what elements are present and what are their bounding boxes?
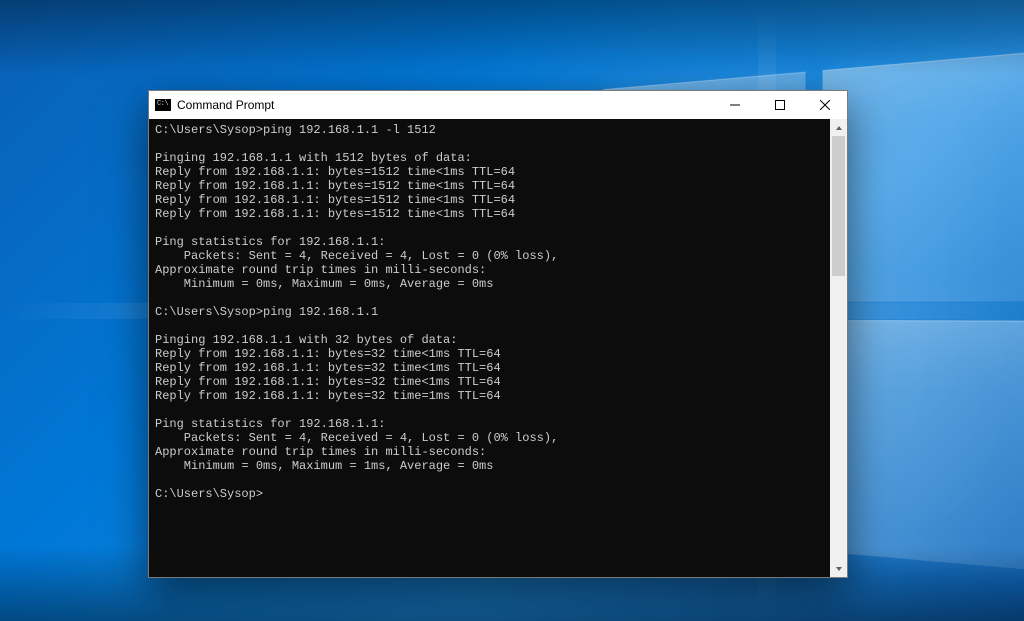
client-area: C:\Users\Sysop>ping 192.168.1.1 -l 1512 … [149, 119, 847, 577]
scroll-thumb[interactable] [832, 136, 845, 276]
terminal-output[interactable]: C:\Users\Sysop>ping 192.168.1.1 -l 1512 … [149, 119, 830, 577]
command-prompt-window: Command Prompt C:\Users\Sysop>ping 192.1… [148, 90, 848, 578]
window-title: Command Prompt [177, 98, 274, 112]
close-button[interactable] [802, 91, 847, 119]
scroll-down-button[interactable] [830, 560, 847, 577]
minimize-button[interactable] [712, 91, 757, 119]
maximize-button[interactable] [757, 91, 802, 119]
scroll-up-button[interactable] [830, 119, 847, 136]
cmd-icon [155, 99, 171, 111]
scrollbar[interactable] [830, 119, 847, 577]
titlebar[interactable]: Command Prompt [149, 91, 847, 119]
